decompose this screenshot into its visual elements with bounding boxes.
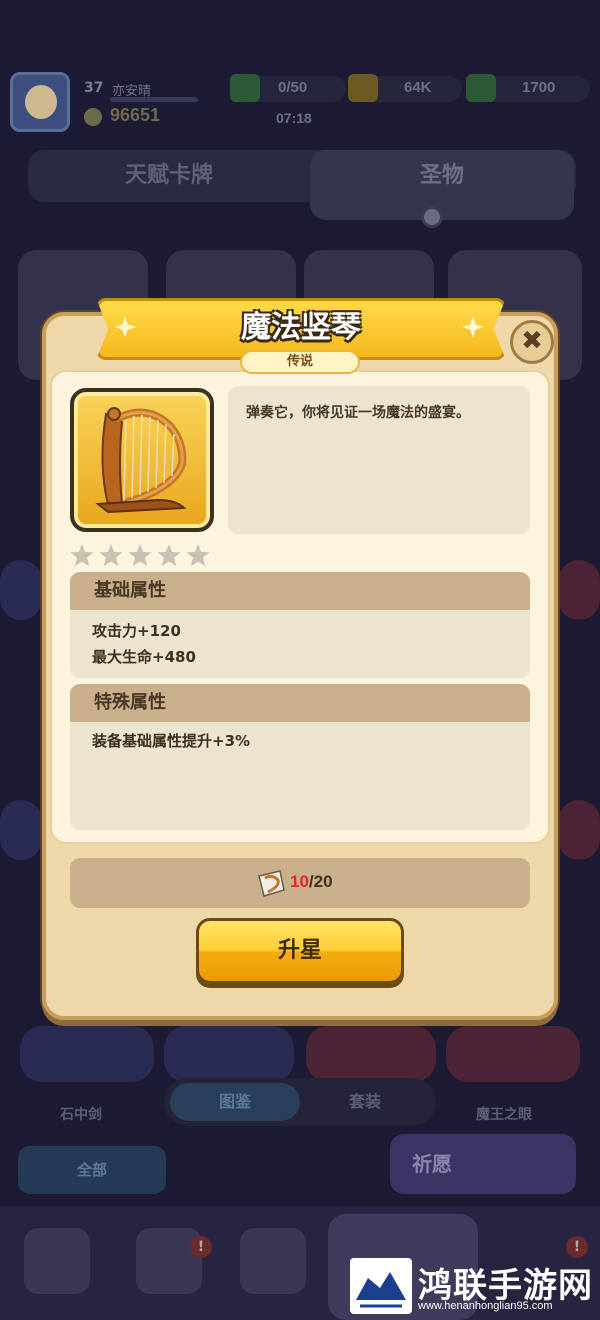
- player-avatar[interactable]: [10, 72, 70, 132]
- gem-icon: [466, 74, 496, 102]
- energy-value: 0/50: [278, 79, 308, 96]
- relic-card[interactable]: [0, 800, 42, 860]
- tab-indicator: [421, 206, 443, 228]
- relic-card[interactable]: [0, 560, 42, 620]
- watermark-logo: [350, 1258, 412, 1314]
- shard-total: /20: [308, 872, 333, 891]
- nav-badge: !: [190, 1236, 212, 1258]
- relic-card[interactable]: [558, 560, 600, 620]
- pray-button[interactable]: 祈愿: [390, 1134, 576, 1194]
- relic-card[interactable]: [306, 1026, 436, 1082]
- nav-shield-icon[interactable]: [240, 1228, 306, 1294]
- player-power: 96651: [110, 105, 161, 125]
- energy-icon: [230, 74, 260, 102]
- relic-card[interactable]: [558, 800, 600, 860]
- gems-value: 1700: [522, 79, 556, 96]
- star-empty-icon: [157, 544, 181, 567]
- segment-codex[interactable]: 图鉴: [170, 1083, 300, 1121]
- filter-all-button[interactable]: 全部: [18, 1146, 166, 1194]
- shard-current: 10: [290, 872, 309, 891]
- relic-card[interactable]: [446, 1026, 580, 1082]
- harp-shard-icon: [258, 870, 285, 897]
- base-attributes-title: 基础属性: [70, 572, 530, 610]
- harp-icon: [95, 407, 187, 514]
- stat-max-hp: 最大生命+480: [92, 648, 196, 666]
- gold-icon: [348, 74, 378, 102]
- upgrade-star-button[interactable]: 升星: [196, 918, 404, 984]
- relic-name-left: 石中剑: [60, 1107, 102, 1123]
- nav-shop-icon[interactable]: [24, 1228, 90, 1294]
- star-empty-icon: [99, 544, 123, 567]
- dialog-title: 魔法竖琴: [241, 310, 361, 345]
- shard-count: 10/20: [290, 872, 333, 892]
- tab-talent-cards[interactable]: 天赋卡牌: [28, 150, 310, 202]
- star-rating: [70, 544, 215, 572]
- rarity-badge: 传说: [240, 350, 360, 374]
- star-empty-icon: [128, 544, 152, 567]
- item-description: 弹奏它，你将见证一场魔法的盛宴。: [246, 405, 470, 421]
- gold-value: 64K: [404, 79, 432, 96]
- star-empty-icon: [70, 544, 94, 567]
- nav-badge: !: [566, 1236, 588, 1258]
- segment-sets[interactable]: 套装: [300, 1083, 430, 1121]
- xp-bar: [110, 97, 198, 102]
- close-button[interactable]: ✖: [510, 320, 554, 364]
- star-empty-icon: [186, 544, 210, 567]
- special-attributes-title: 特殊属性: [70, 684, 530, 722]
- power-icon: [84, 108, 102, 126]
- energy-timer: 07:18: [276, 110, 312, 126]
- stat-attack: 攻击力+120: [92, 622, 181, 640]
- relic-name-right: 魔王之眼: [476, 1107, 532, 1123]
- relic-card[interactable]: [20, 1026, 154, 1082]
- stat-special: 装备基础属性提升+3%: [92, 732, 251, 750]
- watermark-url: www.henanhonglian95.com: [418, 1300, 553, 1312]
- tab-relics[interactable]: 圣物: [310, 150, 574, 202]
- player-level: 37: [84, 80, 104, 96]
- relic-card[interactable]: [164, 1026, 294, 1082]
- nav-equipment-icon[interactable]: [136, 1228, 202, 1294]
